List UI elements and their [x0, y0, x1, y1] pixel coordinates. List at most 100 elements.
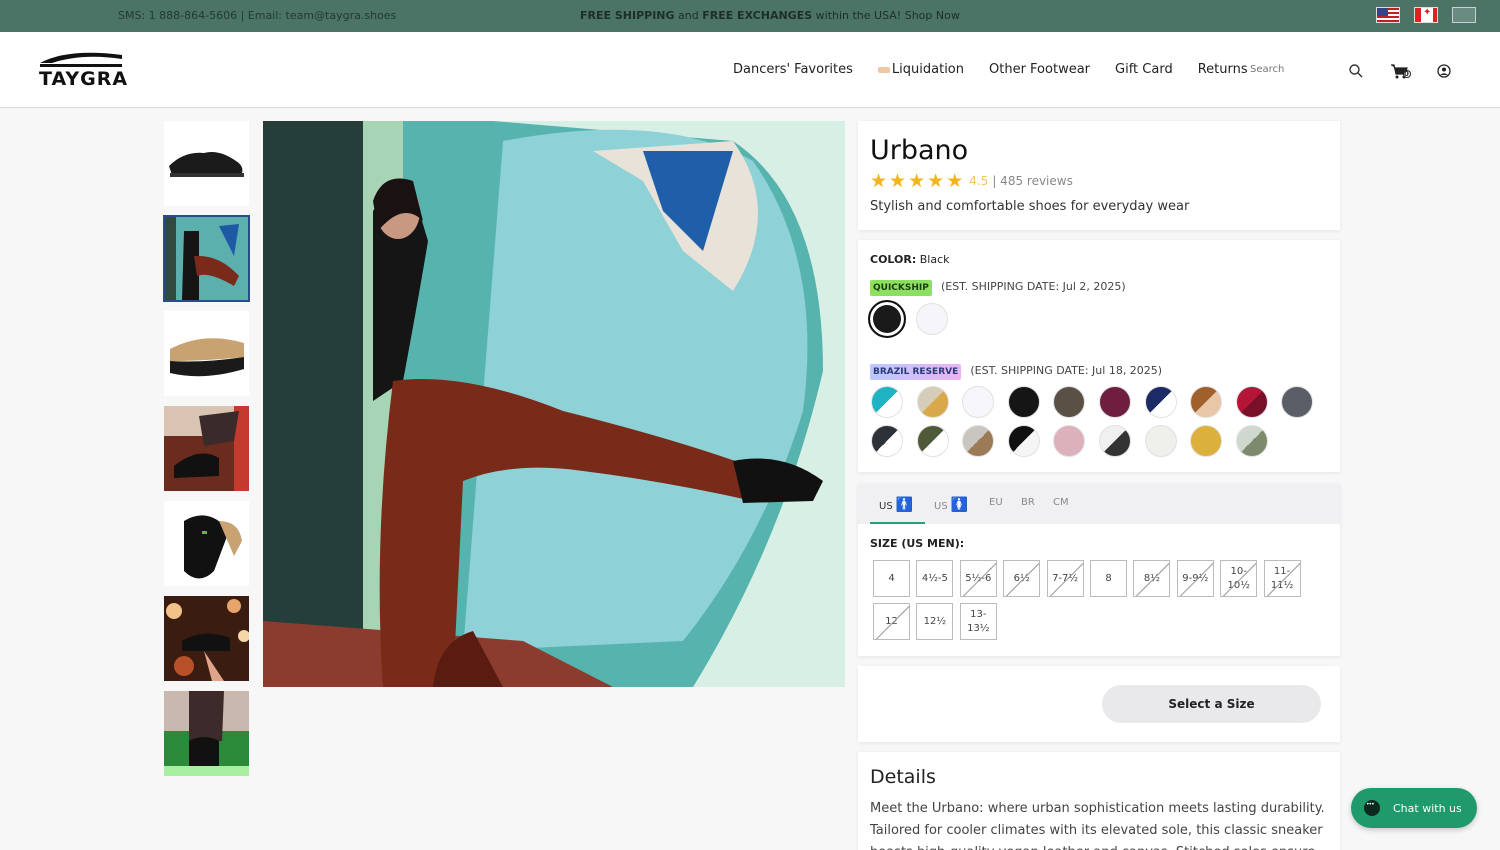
chat-bubble-icon — [1364, 800, 1380, 816]
site-header: TAYGRA Dancers' Favorites Liquidation Ot… — [0, 32, 1500, 108]
product-subtitle: Stylish and comfortable shoes for everyd… — [870, 199, 1190, 214]
size-label: SIZE (US MEN): — [870, 537, 965, 550]
color-swatch[interactable] — [1190, 386, 1223, 418]
color-swatch[interactable] — [962, 425, 995, 457]
color-swatch[interactable] — [868, 300, 906, 338]
color-swatch[interactable] — [1099, 386, 1131, 418]
brazil-reserve-row: BRAZIL RESERVE (EST. SHIPPING DATE: Jul … — [870, 359, 1162, 380]
nav-dancers-favorites[interactable]: Dancers' Favorites — [733, 62, 853, 77]
contact-info: SMS: 1 888-864-5606 | Email: team@taygra… — [118, 9, 397, 22]
size-option[interactable]: 8 — [1090, 560, 1127, 597]
nav-liquidation[interactable]: Liquidation — [878, 62, 964, 77]
color-swatch[interactable] — [1053, 425, 1086, 457]
color-label: COLOR: Black — [870, 253, 950, 266]
rating-row[interactable]: ★ ★ ★ ★ ★ 4.5 | 485 reviews — [870, 170, 1073, 192]
thumbnail-list — [163, 121, 250, 786]
quickship-date: (EST. SHIPPING DATE: Jul 2, 2025) — [940, 280, 1126, 293]
color-swatch[interactable] — [1007, 386, 1040, 418]
size-option[interactable]: 4½-5 — [916, 560, 954, 597]
size-selector-card: US 🚹 US 🚺 EU BR CM SIZE (US MEN): 4 4½-5 5… — [858, 484, 1340, 656]
select-size-button[interactable]: Select a Size — [1102, 685, 1321, 723]
main-product-image[interactable] — [263, 121, 845, 687]
color-swatch[interactable] — [1235, 425, 1268, 457]
thumbnail-model-photo[interactable] — [163, 215, 250, 302]
size-option[interactable]: 10-10½ — [1220, 560, 1258, 597]
size-option[interactable]: 11-11½ — [1263, 560, 1301, 597]
size-option[interactable]: 12½ — [916, 603, 954, 640]
color-swatch[interactable] — [1007, 425, 1040, 457]
quickship-badge: QUICKSHIP — [870, 280, 932, 296]
tab-us-men[interactable]: US 🚹 — [879, 497, 913, 513]
rating-value: 4.5 — [969, 174, 989, 188]
star-icon: ★ — [870, 170, 888, 192]
color-swatch[interactable] — [1144, 425, 1177, 457]
star-icon: ★ — [889, 170, 907, 192]
nav-other-footwear[interactable]: Other Footwear — [989, 62, 1090, 77]
star-icon: ★ — [946, 170, 964, 192]
chat-button[interactable]: Chat with us — [1351, 788, 1477, 828]
color-swatch[interactable] — [1190, 425, 1223, 457]
star-icon: ★ — [908, 170, 926, 192]
thumbnail-lifestyle-1[interactable] — [164, 406, 249, 491]
tab-br[interactable]: BR — [1021, 497, 1035, 508]
product-summary-card: Urbano ★ ★ ★ ★ ★ 4.5 | 485 reviews Styli… — [858, 121, 1340, 230]
details-card: Details Meet the Urbano: where urban sop… — [858, 752, 1340, 850]
brazil-reserve-badge: BRAZIL RESERVE — [870, 364, 962, 380]
color-swatch[interactable] — [871, 386, 903, 418]
thumbnail-lifestyle-2[interactable] — [164, 596, 249, 681]
color-swatch[interactable] — [871, 425, 903, 457]
size-option[interactable]: 13-13½ — [959, 603, 997, 640]
color-swatch[interactable] — [1099, 425, 1131, 457]
star-icon: ★ — [927, 170, 945, 192]
size-option[interactable]: 5½-6 — [959, 560, 997, 597]
canada-flag-icon[interactable] — [1414, 7, 1438, 23]
account-icon[interactable] — [1435, 62, 1453, 80]
thumbnail-shoe-top[interactable] — [164, 501, 249, 586]
thumbnail-shoe-side[interactable] — [164, 121, 249, 206]
product-title: Urbano — [870, 135, 969, 166]
man-icon: 🚹 — [895, 497, 914, 513]
color-swatch[interactable] — [962, 386, 995, 418]
thumbnail-shoe-sole[interactable] — [164, 311, 249, 396]
search-icon[interactable] — [1347, 62, 1365, 80]
size-system-tabs: US 🚹 US 🚺 EU BR CM — [858, 484, 1340, 524]
woman-icon: 🚺 — [950, 497, 969, 513]
color-selector-card: COLOR: Black QUICKSHIP (EST. SHIPPING DA… — [858, 240, 1340, 472]
chat-label: Chat with us — [1393, 801, 1462, 815]
cart-count: 0 — [1404, 70, 1409, 78]
size-option[interactable]: 7-7½ — [1046, 560, 1084, 597]
thumbnail-lifestyle-3[interactable] — [164, 691, 249, 776]
nav-returns[interactable]: Returns — [1198, 62, 1248, 77]
eu-flag-icon[interactable] — [1452, 7, 1476, 23]
details-text: Meet the Urbano: where urban sophisticat… — [870, 801, 1325, 850]
taygra-logo[interactable]: TAYGRA — [38, 50, 128, 92]
color-swatch[interactable] — [916, 425, 949, 457]
tab-cm[interactable]: CM — [1053, 497, 1069, 508]
promo-banner[interactable]: FREE SHIPPING and FREE EXCHANGES within … — [580, 9, 960, 22]
size-option[interactable]: 4 — [873, 560, 910, 597]
logo-text: TAYGRA — [39, 68, 129, 90]
color-swatch[interactable] — [916, 386, 949, 418]
tab-eu[interactable]: EU — [989, 497, 1003, 508]
size-option[interactable]: 6½ — [1003, 560, 1041, 597]
color-swatch[interactable] — [916, 303, 948, 335]
add-to-cart-card: Select a Size — [858, 666, 1340, 742]
quickship-row: QUICKSHIP (EST. SHIPPING DATE: Jul 2, 20… — [870, 275, 1126, 296]
details-heading: Details — [870, 766, 936, 788]
active-tab-indicator — [870, 522, 925, 524]
size-option[interactable]: 12 — [873, 603, 910, 640]
size-option[interactable]: 9-9½ — [1176, 560, 1214, 597]
review-count[interactable]: | 485 reviews — [992, 174, 1073, 188]
nav-gift-card[interactable]: Gift Card — [1115, 62, 1173, 77]
size-option[interactable]: 8½ — [1133, 560, 1171, 597]
main-nav: Dancers' Favorites Liquidation Other Foo… — [733, 62, 1273, 77]
color-swatch[interactable] — [1053, 386, 1086, 418]
color-swatch[interactable] — [1281, 386, 1314, 418]
brazil-reserve-date: (EST. SHIPPING DATE: Jul 18, 2025) — [970, 364, 1163, 377]
tab-us-women[interactable]: US 🚺 — [934, 497, 968, 513]
color-swatch[interactable] — [1235, 386, 1268, 418]
us-flag-icon[interactable] — [1376, 7, 1400, 23]
color-swatch[interactable] — [1144, 386, 1177, 418]
announcement-bar: SMS: 1 888-864-5606 | Email: team@taygra… — [0, 0, 1500, 32]
search-input[interactable] — [1250, 64, 1360, 75]
